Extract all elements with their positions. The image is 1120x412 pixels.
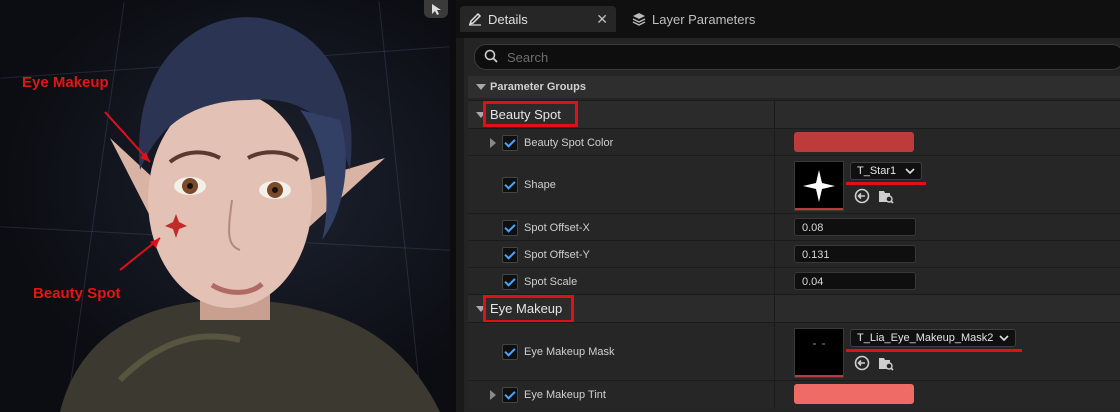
number-field-offset-y[interactable]: 0.131 [794,245,916,263]
texture-thumbnail-star[interactable] [794,161,844,211]
mask-preview-icon [813,343,825,345]
layers-icon [632,12,646,26]
parameter-groups-header[interactable]: Parameter Groups [468,76,1120,98]
use-selected-icon[interactable] [854,188,870,204]
column-divider [774,129,775,156]
search-box[interactable] [474,44,1120,70]
tab-bar: Details ✕ Layer Parameters [456,0,1120,38]
column-divider [774,268,775,295]
asset-actions [854,355,894,371]
checkbox-shape[interactable] [502,177,518,193]
expand-arrow-icon[interactable] [490,138,496,148]
highlight-underline [846,349,1022,352]
texture-name: T_Star1 [857,165,897,177]
search-icon [484,49,498,68]
column-divider [774,241,775,268]
param-label: Eye Makeup Mask [524,346,615,358]
parameter-groups-label: Parameter Groups [490,81,586,93]
column-divider [774,156,775,214]
close-icon[interactable]: ✕ [596,11,608,28]
param-spot-offset-x: Spot Offset-X 0.08 [468,213,1120,241]
checkbox-spot-offset-x[interactable] [502,220,518,236]
browse-asset-icon[interactable] [878,188,894,204]
texture-name: T_Lia_Eye_Makeup_Mask2 [857,332,994,344]
viewport-options-button[interactable] [424,0,448,18]
checkbox-spot-scale[interactable] [502,274,518,290]
highlight-box [483,101,578,127]
param-label: Spot Offset-Y [524,249,590,261]
tab-details[interactable]: Details ✕ [460,6,616,32]
param-label: Beauty Spot Color [524,137,614,149]
cursor-icon [432,4,441,15]
number-field-offset-x[interactable]: 0.08 [794,218,916,236]
group-beauty-spot[interactable]: Beauty Spot [468,100,1120,129]
viewport[interactable]: Eye Makeup Beauty Spot [0,0,450,412]
param-shape: Shape T_Star1 [468,155,1120,214]
tab-layer-parameters-label: Layer Parameters [652,11,756,27]
texture-dropdown-eye-mask[interactable]: T_Lia_Eye_Makeup_Mask2 [850,329,1016,347]
browse-asset-icon[interactable] [878,355,894,371]
star-icon [803,170,835,202]
expand-arrow-icon[interactable] [490,390,496,400]
tab-layer-parameters[interactable]: Layer Parameters [624,6,794,32]
checkbox-eye-makeup-mask[interactable] [502,344,518,360]
details-content: Parameter Groups Beauty Spot Beauty Spot… [460,38,1120,412]
column-divider [774,101,775,129]
param-spot-scale: Spot Scale 0.04 [468,267,1120,295]
expand-arrow-icon[interactable] [476,84,486,90]
param-label: Shape [524,179,556,191]
character-portrait [60,17,440,412]
param-label: Spot Scale [524,276,578,288]
color-swatch-beauty-spot[interactable] [794,132,914,152]
annotation-beauty-spot: Beauty Spot [33,285,121,302]
checkbox-beauty-spot-color[interactable] [502,135,518,151]
asset-actions [854,188,894,204]
column-divider [774,381,775,409]
search-input[interactable] [505,48,1109,67]
annotation-eye-makeup: Eye Makeup [22,74,109,91]
param-label: Eye Makeup Tint [524,389,606,401]
highlight-underline [846,182,926,185]
group-eye-makeup[interactable]: Eye Makeup [468,294,1120,323]
param-eye-makeup-tint: Eye Makeup Tint [468,380,1120,409]
column-divider [774,323,775,381]
param-beauty-spot-color: Beauty Spot Color [468,128,1120,156]
texture-dropdown-shape[interactable]: T_Star1 [850,162,922,180]
param-label: Spot Offset-X [524,222,590,234]
param-eye-makeup-mask: Eye Makeup Mask T_Lia_Eye_Makeup_Mask2 [468,322,1120,381]
use-selected-icon[interactable] [854,355,870,371]
details-panel: Details ✕ Layer Parameters Parameter Gro… [456,0,1120,412]
pencil-icon [468,12,482,26]
checkbox-spot-offset-y[interactable] [502,247,518,263]
column-divider [774,214,775,241]
texture-thumbnail-eye-mask[interactable] [794,328,844,378]
param-spot-offset-y: Spot Offset-Y 0.131 [468,240,1120,268]
column-divider [774,295,775,323]
number-field-spot-scale[interactable]: 0.04 [794,272,916,290]
highlight-box [483,295,574,323]
checkbox-eye-makeup-tint[interactable] [502,387,518,403]
tab-details-label: Details [488,11,528,27]
color-swatch-eye-makeup-tint[interactable] [794,384,914,404]
